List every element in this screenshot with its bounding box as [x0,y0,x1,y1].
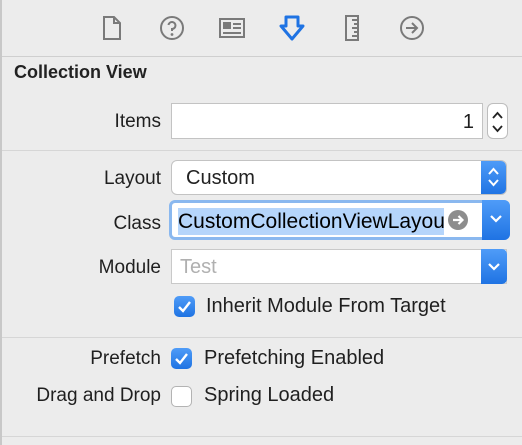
stepper-down-icon [492,125,503,133]
class-dropdown-button[interactable] [482,200,510,240]
inherit-module-checkbox[interactable] [174,296,195,317]
inherit-module-label[interactable]: Inherit Module From Target [206,295,446,318]
items-stepper[interactable] [487,103,508,139]
document-icon [101,15,123,41]
tab-size-inspector[interactable] [332,8,372,48]
prefetching-checkbox[interactable] [171,348,192,369]
arrow-circle-icon [399,15,425,41]
class-label: Class [113,213,161,234]
class-value[interactable]: CustomCollectionViewLayout [178,208,444,235]
chevron-down-icon [490,215,502,223]
checkmark-icon [175,353,188,365]
divider [2,337,522,338]
layout-value: Custom [186,167,255,189]
module-label: Module [98,257,161,278]
ruler-icon [343,14,361,42]
tab-connections-inspector[interactable] [392,8,432,48]
inspector-tab-bar [2,0,522,57]
up-down-chevron-icon [488,167,499,187]
module-combo-box[interactable]: Test [171,249,507,284]
identity-card-icon [218,16,246,40]
drag-drop-label: Drag and Drop [36,385,161,406]
question-icon [159,15,185,41]
spring-loaded-checkbox[interactable] [171,386,192,407]
checkmark-icon [178,301,191,313]
attributes-arrow-icon [278,14,306,42]
divider [2,150,522,151]
prefetching-option-label[interactable]: Prefetching Enabled [204,347,384,370]
items-value: 1 [462,111,474,133]
section-title: Collection View [14,62,147,82]
tab-file-inspector[interactable] [92,8,132,48]
layout-popup[interactable]: Custom [171,160,507,195]
layout-label: Layout [103,168,161,189]
panel-left-border [0,0,2,445]
layout-popup-button[interactable] [481,161,506,194]
items-field[interactable]: 1 [171,103,483,139]
module-placeholder: Test [180,256,217,278]
tab-identity-inspector[interactable] [212,8,252,48]
tab-quick-help[interactable] [152,8,192,48]
module-dropdown-button[interactable] [481,249,507,284]
chevron-down-icon [488,263,500,271]
spring-loaded-label[interactable]: Spring Loaded [204,384,334,407]
items-label: Items [114,111,161,132]
navigate-arrow-icon[interactable] [448,210,468,230]
class-combo-box[interactable]: CustomCollectionViewLayout [169,200,510,240]
tab-attributes-inspector[interactable] [272,8,312,48]
divider [2,436,522,437]
prefetch-label: Prefetch [90,348,161,369]
stepper-up-icon [492,111,503,119]
